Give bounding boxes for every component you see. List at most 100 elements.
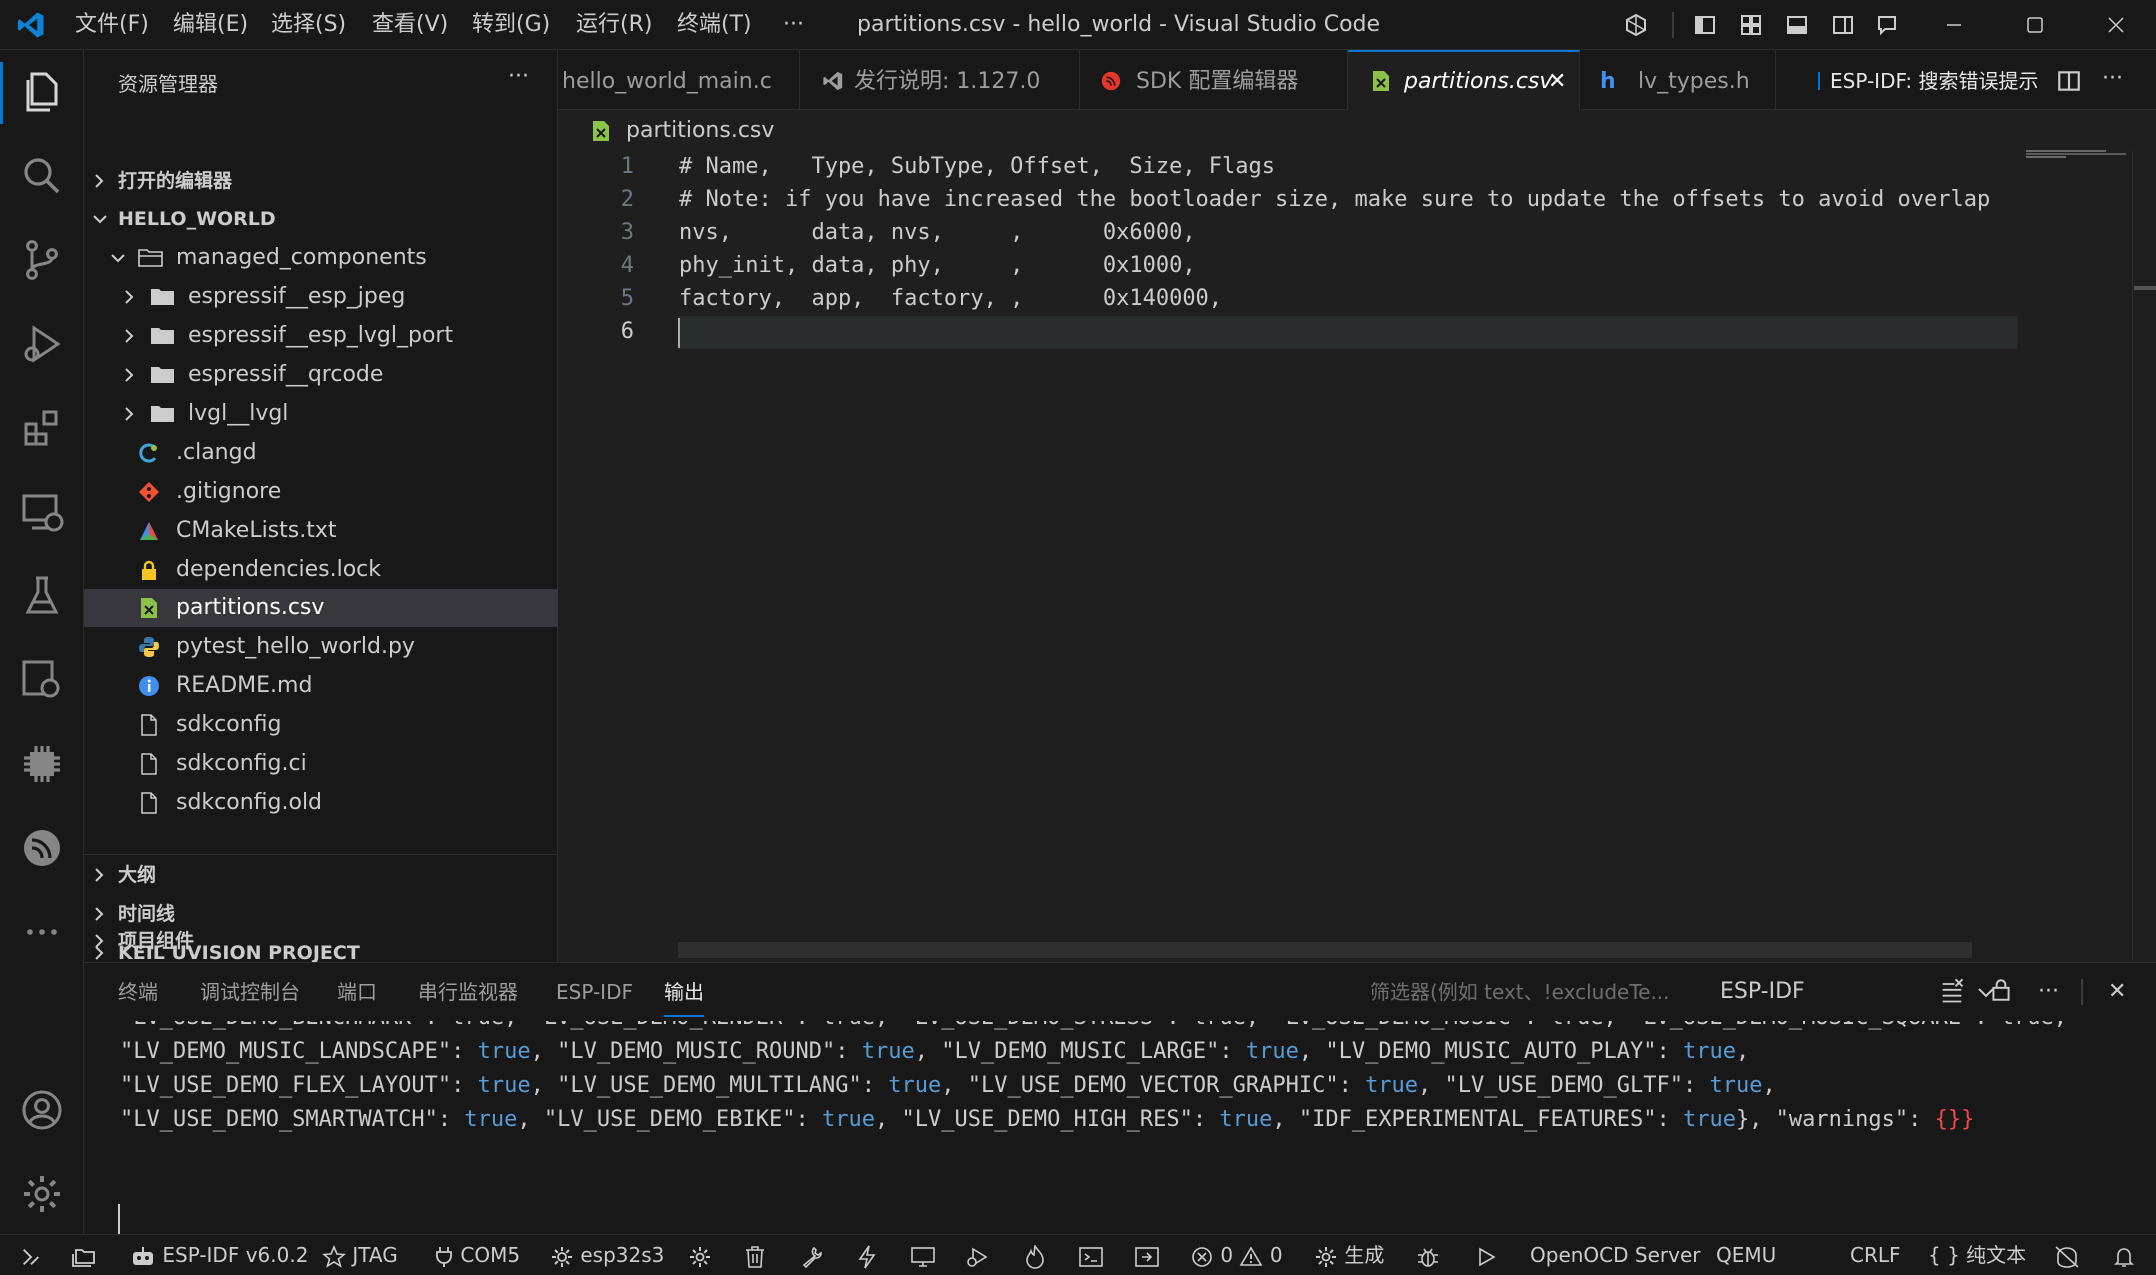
menu-run[interactable]: 运行(R)	[576, 0, 652, 50]
flash-icon[interactable]	[856, 1235, 878, 1275]
terminal-icon[interactable]	[1078, 1235, 1104, 1275]
jtag-button[interactable]: JTAG	[321, 1235, 398, 1275]
sdk-config-gear-icon[interactable]	[688, 1235, 712, 1275]
espressif-icon[interactable]	[18, 824, 66, 872]
menu-edit[interactable]: 编辑(E)	[173, 0, 248, 50]
minimize-icon[interactable]	[1942, 13, 1966, 37]
toggle-primary-sidebar-icon[interactable]	[1693, 13, 1717, 37]
idf-version-button[interactable]: ESP-IDF v6.0.2	[130, 1235, 308, 1275]
editor-horizontal-scrollbar[interactable]	[678, 942, 1972, 958]
menu-selection[interactable]: 选择(S)	[271, 0, 346, 50]
tree-item-esp-jpeg[interactable]: espressif__esp_jpeg	[84, 278, 558, 316]
tab-hello-world-main[interactable]: hello_world_main.c	[558, 50, 800, 110]
tree-item-qrcode[interactable]: espressif__qrcode	[84, 356, 558, 394]
code-editor[interactable]: 1 # Name, Type, SubType, Offset, Size, F…	[558, 150, 2156, 960]
tree-item-readme[interactable]: README.md	[84, 667, 558, 705]
problems-counter[interactable]: 0 0	[1190, 1235, 1283, 1275]
tree-item-sdkconfig-ci[interactable]: sdkconfig.ci	[84, 745, 558, 783]
tree-item-managed-components[interactable]: managed_components	[84, 239, 558, 277]
tab-release-notes[interactable]: 发行说明: 1.127.0	[800, 50, 1080, 110]
search-icon[interactable]	[18, 152, 66, 200]
tree-item-partitions-csv[interactable]: partitions.csv	[84, 589, 558, 627]
tree-item-sdkconfig-old[interactable]: sdkconfig.old	[84, 784, 558, 822]
build-wrench-icon[interactable]	[800, 1235, 824, 1275]
customize-layout-icon[interactable]	[1739, 13, 1763, 37]
menu-more[interactable]: ···	[783, 0, 804, 50]
run-debug-icon[interactable]	[18, 320, 66, 368]
menu-terminal[interactable]: 终端(T)	[677, 0, 752, 50]
tree-item-esp-lvgl-port[interactable]: espressif__esp_lvgl_port	[84, 317, 558, 355]
explorer-more-button[interactable]: ···	[508, 64, 529, 89]
explorer-icon[interactable]	[18, 68, 66, 116]
lock-scroll-icon[interactable]	[1988, 977, 2014, 1003]
tree-item-lvgl[interactable]: lvgl__lvgl	[84, 395, 558, 433]
tree-item-pytest[interactable]: pytest_hello_world.py	[84, 628, 558, 666]
more-views-icon[interactable]	[18, 908, 66, 956]
execute-task-icon[interactable]	[1134, 1235, 1160, 1275]
panel-tab-debug-console[interactable]: 调试控制台	[200, 963, 300, 1021]
output-content[interactable]: "LV_USE_DEMO_BENCHMARK": true, "LV_USE_D…	[84, 1021, 2156, 1235]
remote-indicator[interactable]	[20, 1235, 42, 1275]
source-control-icon[interactable]	[18, 236, 66, 284]
testing-icon[interactable]	[18, 572, 66, 620]
section-open-editors[interactable]: 打开的编辑器	[84, 162, 558, 200]
panel-tab-output[interactable]: 输出	[664, 963, 704, 1017]
tree-item-dependencies-lock[interactable]: dependencies.lock	[84, 551, 558, 589]
accounts-icon[interactable]	[18, 1086, 66, 1134]
manage-gear-icon[interactable]	[18, 1170, 66, 1218]
extensions-icon[interactable]	[18, 404, 66, 452]
target-chip-button[interactable]: esp32s3	[550, 1235, 664, 1275]
split-editor-icon[interactable]	[2056, 68, 2082, 94]
esp-idf-explorer-icon[interactable]	[18, 656, 66, 704]
chat-icon[interactable]	[1875, 13, 1899, 37]
remote-explorer-icon[interactable]	[18, 488, 66, 536]
notifications-bell-icon[interactable]	[2112, 1235, 2136, 1275]
panel-tab-esp-idf[interactable]: ESP-IDF	[556, 963, 633, 1021]
tab-lv-types-h[interactable]: h lv_types.h	[1580, 50, 1776, 110]
output-filter-input[interactable]: 筛选器(例如 text、!excludeTe...	[1360, 973, 1706, 1011]
idf-workspace-button[interactable]	[72, 1235, 98, 1275]
editor-more-actions[interactable]: ···	[2102, 50, 2123, 108]
tree-item-cmakelists[interactable]: CMakeLists.txt	[84, 512, 558, 550]
tab-sdk-config-editor[interactable]: SDK 配置编辑器	[1080, 50, 1348, 110]
monitor-icon[interactable]	[910, 1235, 936, 1275]
section-workspace[interactable]: HELLO_WORLD	[84, 200, 558, 238]
eol-button[interactable]: CRLF	[1850, 1235, 1901, 1275]
tree-item-sdkconfig[interactable]: sdkconfig	[84, 706, 558, 744]
clear-output-icon[interactable]	[1938, 977, 1966, 1005]
maximize-icon[interactable]	[2023, 13, 2047, 37]
panel-tab-serial-monitor[interactable]: 串行监视器	[418, 963, 518, 1021]
menu-go[interactable]: 转到(G)	[472, 0, 550, 50]
qemu-button[interactable]: QEMU	[1716, 1235, 1776, 1275]
toggle-panel-icon[interactable]	[1785, 13, 1809, 37]
full-clean-trash-icon[interactable]	[744, 1235, 766, 1275]
panel-tab-terminal[interactable]: 终端	[118, 963, 158, 1021]
panel-tab-ports[interactable]: 端口	[337, 963, 377, 1021]
toggle-secondary-sidebar-icon[interactable]	[1831, 13, 1855, 37]
run-play-icon[interactable]	[1474, 1235, 1498, 1275]
copilot-icon[interactable]	[1624, 13, 1648, 37]
tab-close-icon[interactable]: ✕	[1548, 52, 1566, 112]
section-outline[interactable]: 大纲	[84, 856, 558, 894]
serial-port-button[interactable]: COM5	[434, 1235, 520, 1275]
menu-view[interactable]: 查看(V)	[372, 0, 448, 50]
build-button[interactable]: 生成	[1314, 1235, 1384, 1275]
language-mode-button[interactable]: { } 纯文本	[1928, 1235, 2026, 1275]
chip-icon[interactable]	[18, 740, 66, 788]
editor-vertical-scrollbar[interactable]	[2132, 150, 2156, 960]
copilot-disabled-icon[interactable]	[2054, 1235, 2080, 1275]
debug-run-icon[interactable]	[964, 1235, 990, 1275]
espidf-search-error-hint[interactable]: ESP-IDF: 搜索错误提示	[1830, 50, 2039, 112]
menu-file[interactable]: 文件(F)	[75, 0, 149, 50]
tree-item-gitignore[interactable]: .gitignore	[84, 473, 558, 511]
tab-partitions-csv[interactable]: partitions.csv ✕	[1348, 50, 1580, 110]
close-panel-button[interactable]: ✕	[2108, 963, 2126, 1021]
tree-item-clangd[interactable]: .clangd	[84, 434, 558, 472]
section-project-components[interactable]: 项目组件	[84, 922, 558, 960]
openocd-server-button[interactable]: OpenOCD Server	[1530, 1235, 1700, 1275]
minimap[interactable]	[2024, 150, 2130, 160]
close-window-icon[interactable]	[2104, 13, 2128, 37]
panel-more-actions[interactable]: ···	[2038, 963, 2059, 1021]
bug-icon[interactable]	[1416, 1235, 1440, 1275]
build-flash-monitor-flame-icon[interactable]	[1024, 1235, 1046, 1275]
